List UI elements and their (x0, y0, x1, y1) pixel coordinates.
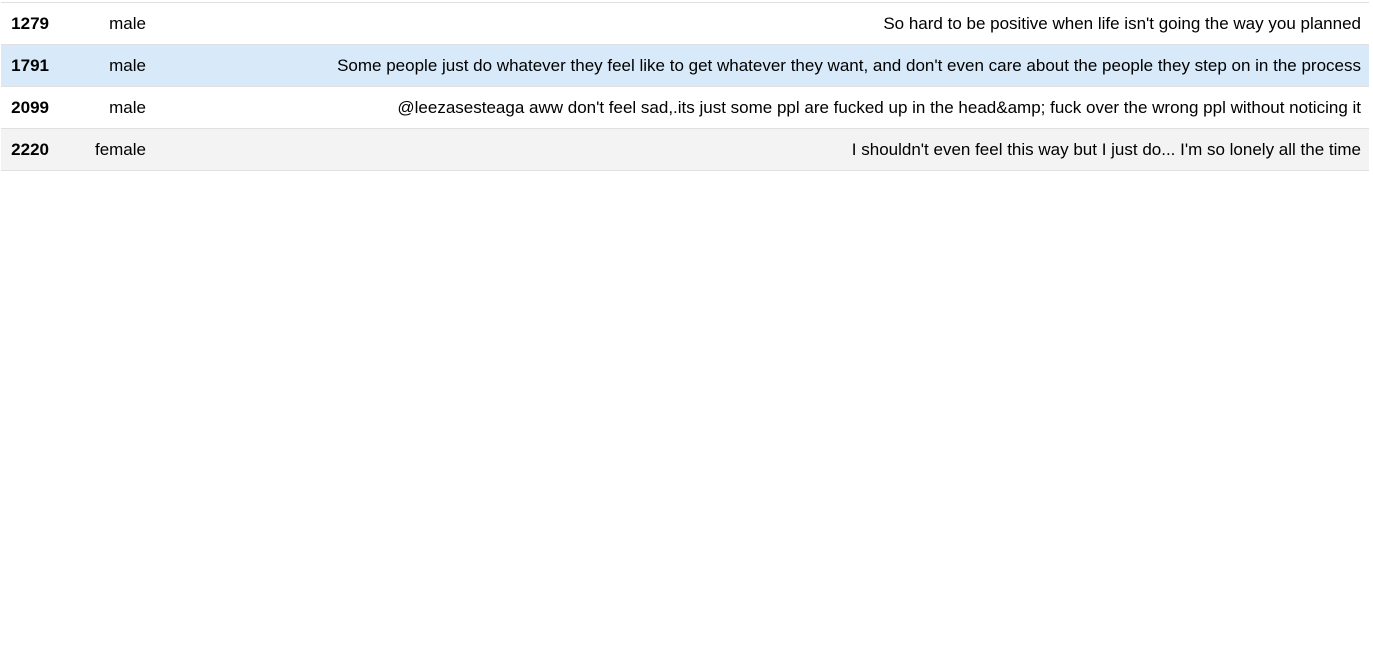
row-text-cell: So hard to be positive when life isn't g… (883, 13, 1361, 33)
row-id-cell: 1279 (11, 13, 49, 33)
table-row[interactable]: 1279 male So hard to be positive when li… (1, 2, 1369, 45)
row-text-cell: Some people just do whatever they feel l… (337, 55, 1361, 75)
table-row[interactable]: 1791 male Some people just do whatever t… (1, 44, 1369, 87)
row-gender-cell: female (94, 139, 146, 159)
table-row[interactable]: 2220 female I shouldn't even feel this w… (1, 128, 1369, 171)
data-table: 1279 male So hard to be positive when li… (1, 2, 1369, 171)
row-text-cell: I shouldn't even feel this way but I jus… (851, 139, 1361, 159)
row-id-cell: 2099 (11, 97, 49, 117)
row-gender-cell: male (109, 13, 146, 33)
data-table-container: 1279 male So hard to be positive when li… (1, 2, 1369, 171)
table-row[interactable]: 2099 male @leezasesteaga aww don't feel … (1, 86, 1369, 129)
row-gender-cell: male (109, 55, 146, 75)
row-text-cell: @leezasesteaga aww don't feel sad,.its j… (397, 97, 1361, 117)
row-id-cell: 2220 (11, 139, 49, 159)
row-id-cell: 1791 (11, 55, 49, 75)
row-gender-cell: male (109, 97, 146, 117)
